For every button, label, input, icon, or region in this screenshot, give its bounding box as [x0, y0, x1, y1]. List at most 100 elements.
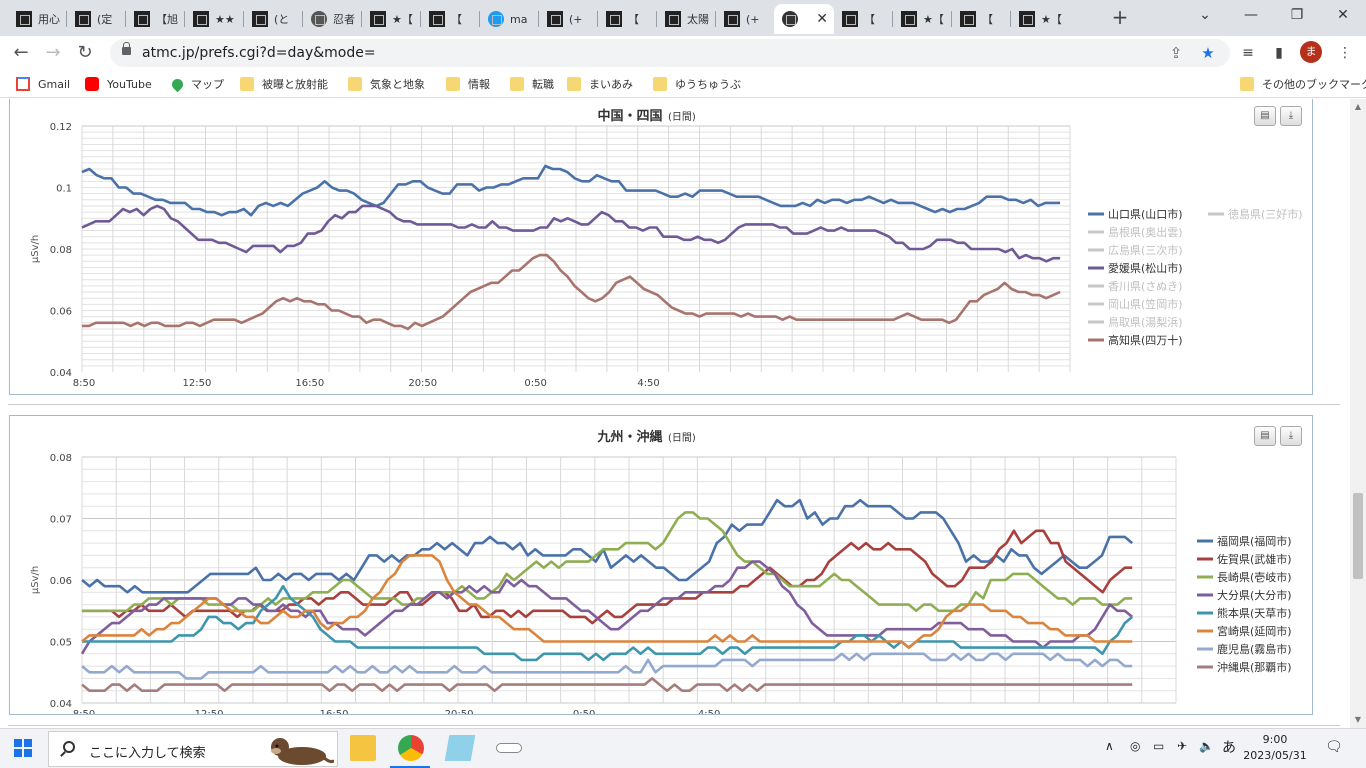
tab-title: 【 — [864, 13, 875, 26]
site-icon — [193, 11, 209, 27]
url-text[interactable]: atmc.jp/prefs.cgi?d=day&mode= — [142, 45, 376, 61]
legend-item[interactable]: 福岡県(福岡市) — [1197, 534, 1292, 548]
kebab-menu-icon[interactable]: ⋮ — [1334, 42, 1356, 64]
legend-item[interactable]: 山口県(山口市) — [1088, 207, 1183, 221]
new-tab-button[interactable]: + — [1108, 6, 1132, 30]
tab[interactable]: (+ — [716, 4, 775, 34]
legend-item[interactable]: 高知県(四万十) — [1088, 333, 1183, 347]
reload-icon[interactable]: ↻ — [72, 40, 98, 66]
bookmark-item[interactable]: Gmail — [16, 76, 70, 92]
series-line — [81, 554, 1133, 649]
minimize-button[interactable]: — — [1228, 0, 1274, 30]
network-icon[interactable]: ◎ — [1130, 739, 1140, 753]
share-icon[interactable]: ⇪ — [1166, 43, 1186, 63]
tab[interactable]: 用心 — [8, 4, 67, 34]
y-tick-label: 0.06 — [50, 307, 72, 318]
x-tick-label: 16:50 — [295, 378, 324, 389]
close-window-button[interactable]: ✕ — [1320, 0, 1366, 30]
legend-item[interactable]: 大分県(大分市) — [1197, 588, 1292, 602]
back-arrow-icon[interactable]: ← — [8, 40, 34, 66]
bookmark-item[interactable]: YouTube — [85, 76, 152, 92]
chrome-icon[interactable] — [398, 735, 424, 761]
scroll-down-icon[interactable]: ▼ — [1353, 715, 1363, 725]
scroll-up-icon[interactable]: ▲ — [1353, 102, 1363, 112]
forward-arrow-icon[interactable]: → — [40, 40, 66, 66]
tab-title: (+ — [569, 12, 583, 26]
legend-item[interactable]: 愛媛県(松山市) — [1088, 261, 1183, 275]
maximize-button[interactable]: ❐ — [1274, 0, 1320, 30]
tab[interactable]: (+ — [539, 4, 598, 34]
ime-indicator[interactable]: あ — [1222, 737, 1236, 757]
tab[interactable]: (と — [244, 4, 303, 34]
tab[interactable]: 忍者 — [303, 4, 362, 34]
bookmark-item[interactable]: 被曝と放射能 — [240, 76, 328, 92]
legend-item[interactable]: 徳島県(三好市) — [1208, 207, 1303, 221]
tab[interactable]: 【 — [952, 4, 1011, 34]
legend-item[interactable]: 鳥取県(湯梨浜) — [1088, 315, 1183, 329]
tab[interactable]: (定 — [67, 4, 126, 34]
legend-item[interactable]: 島根県(奥出雲) — [1088, 225, 1183, 239]
notepad-app-icon[interactable] — [444, 735, 476, 761]
legend-label: 愛媛県(松山市) — [1108, 261, 1183, 275]
profile-avatar[interactable]: ま — [1300, 41, 1322, 63]
series-line — [80, 560, 1134, 655]
tray-chevron-icon[interactable]: ∧ — [1105, 739, 1114, 753]
taskbar-search-placeholder: ここに入力して検索 — [89, 746, 206, 761]
notification-icon[interactable]: 🗨 — [1325, 739, 1343, 755]
battery-icon[interactable]: ▭ — [1153, 739, 1164, 753]
scrollbar-thumb[interactable] — [1353, 493, 1363, 579]
legend-item[interactable]: 香川県(さぬき) — [1088, 280, 1182, 293]
volume-icon[interactable]: 🔈 — [1199, 739, 1214, 753]
x-tick-label: 20:50 — [445, 709, 474, 714]
bookmark-item[interactable]: 転職 — [510, 76, 554, 92]
bookmark-item[interactable]: ゆうちゅうぶ — [653, 76, 741, 92]
legend-item[interactable]: 佐賀県(武雄市) — [1197, 552, 1292, 566]
close-tab-icon[interactable]: ✕ — [816, 11, 828, 27]
legend-item[interactable]: 岡山県(笠岡市) — [1088, 297, 1183, 311]
taskbar-search[interactable]: ここに入力して検索 — [48, 731, 338, 767]
tab[interactable]: ★★ — [185, 4, 244, 34]
legend-label: 広島県(三次市) — [1108, 243, 1183, 257]
bookmark-item[interactable]: まいあみ — [567, 76, 633, 92]
legend-label: 福岡県(福岡市) — [1217, 534, 1292, 548]
page-content: ▤ ⤓ 中国・四国 (日間) 0.04 0.06 0.08 0.1 0.12 8:50 12:5… — [0, 99, 1350, 729]
legend-item[interactable]: 広島県(三次市) — [1088, 243, 1183, 257]
tab-search-icon[interactable]: ⌄ — [1182, 0, 1228, 30]
airplane-icon[interactable]: ✈ — [1177, 739, 1187, 753]
other-bookmarks[interactable]: その他のブックマーク — [1240, 76, 1366, 92]
side-panel-icon[interactable]: ▮ — [1268, 42, 1290, 64]
bookmark-item[interactable]: 気象と地象 — [348, 76, 425, 92]
lock-icon[interactable] — [122, 42, 131, 55]
bookmark-star-icon[interactable]: ★ — [1198, 43, 1218, 63]
tab[interactable]: 【旭 — [126, 4, 185, 34]
tab[interactable]: ★【 — [1011, 4, 1070, 34]
app-icon[interactable] — [496, 743, 522, 753]
legend-item[interactable]: 宮崎県(延岡市) — [1197, 624, 1292, 638]
bookmark-item[interactable]: マップ — [169, 76, 224, 92]
file-explorer-icon[interactable] — [350, 735, 376, 761]
tab[interactable]: 【 — [421, 4, 480, 34]
legend-item[interactable]: 熊本県(天草市) — [1197, 606, 1292, 620]
tab[interactable]: 太陽 — [657, 4, 716, 34]
legend-item[interactable]: 長崎県(壱岐市) — [1197, 570, 1292, 584]
tab[interactable]: 【 — [834, 4, 893, 34]
page-scrollbar[interactable]: ▲ ▼ — [1350, 99, 1366, 729]
bookmark-label: 被曝と放射能 — [262, 78, 328, 91]
tab[interactable]: ★【 — [893, 4, 952, 34]
windows-start-icon[interactable] — [14, 739, 32, 757]
legend-item[interactable]: 沖縄県(那覇市) — [1197, 660, 1292, 674]
tab[interactable]: 【 — [598, 4, 657, 34]
tab-title: (+ — [746, 12, 760, 26]
address-bar[interactable]: atmc.jp/prefs.cgi?d=day&mode= ⇪ ★ — [110, 39, 1230, 67]
x-tick-label: 0:50 — [524, 378, 546, 389]
x-tick-label: 12:50 — [183, 378, 212, 389]
tab-title: 【旭 — [156, 13, 178, 26]
system-clock[interactable]: 9:00 2023/05/31 — [1240, 732, 1310, 764]
tab[interactable]: ma — [480, 4, 539, 34]
tab-title: ma — [510, 12, 528, 26]
bookmark-item[interactable]: 情報 — [446, 76, 490, 92]
legend-item[interactable]: 鹿児島(霧島市) — [1197, 642, 1292, 656]
media-control-icon[interactable]: ≡ — [1237, 42, 1259, 64]
tab[interactable]: ★【 — [362, 4, 421, 34]
tab[interactable]: ✕ — [774, 4, 834, 34]
